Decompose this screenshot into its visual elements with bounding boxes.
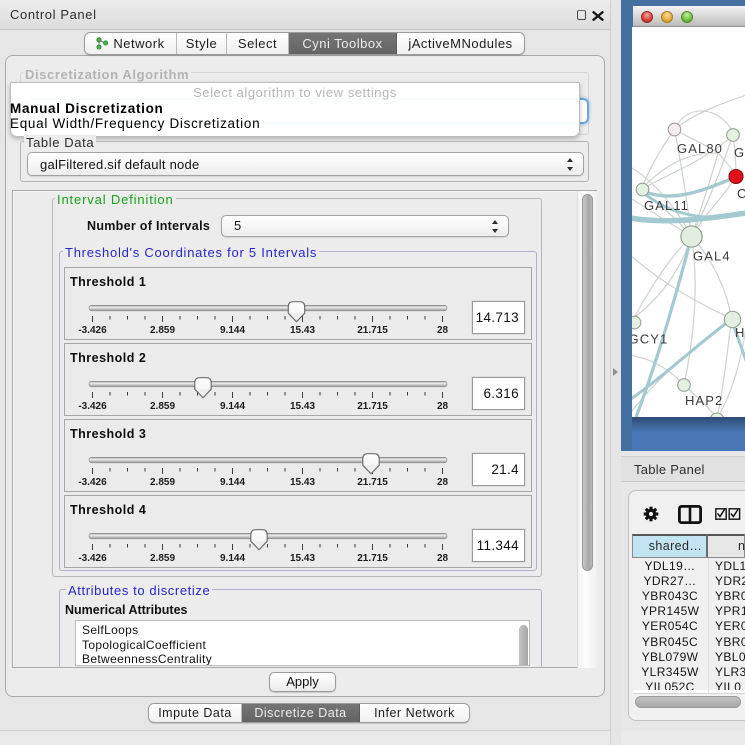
svg-text:GAL: GAL bbox=[734, 145, 745, 160]
svg-text:GAL11: GAL11 bbox=[644, 198, 689, 213]
svg-text:HAP2: HAP2 bbox=[685, 393, 723, 408]
svg-text:2.859: 2.859 bbox=[150, 477, 175, 488]
svg-text:9.144: 9.144 bbox=[220, 325, 245, 336]
svg-text:21.715: 21.715 bbox=[357, 477, 388, 488]
svg-text:28: 28 bbox=[437, 477, 449, 488]
svg-text:GAL80: GAL80 bbox=[677, 141, 723, 156]
svg-text:2.859: 2.859 bbox=[150, 553, 175, 564]
svg-text:21.715: 21.715 bbox=[357, 553, 388, 564]
svg-text:9.144: 9.144 bbox=[220, 401, 245, 412]
svg-text:28: 28 bbox=[437, 553, 449, 564]
svg-text:21.715: 21.715 bbox=[357, 325, 388, 336]
svg-text:2.859: 2.859 bbox=[150, 401, 175, 412]
svg-text:-3.426: -3.426 bbox=[78, 401, 107, 412]
svg-text:HIS: HIS bbox=[735, 325, 745, 340]
svg-text:15.43: 15.43 bbox=[290, 325, 315, 336]
svg-text:-3.426: -3.426 bbox=[78, 325, 107, 336]
svg-text:15.43: 15.43 bbox=[290, 553, 315, 564]
svg-text:9.144: 9.144 bbox=[220, 553, 245, 564]
svg-text:-3.426: -3.426 bbox=[78, 553, 107, 564]
svg-text:GCY1: GCY1 bbox=[632, 332, 668, 347]
svg-text:28: 28 bbox=[437, 325, 449, 336]
svg-text:2.859: 2.859 bbox=[150, 325, 175, 336]
svg-text:15.43: 15.43 bbox=[290, 401, 315, 412]
svg-text:GAL4: GAL4 bbox=[693, 249, 731, 264]
svg-text:-3.426: -3.426 bbox=[78, 477, 107, 488]
svg-text:15.43: 15.43 bbox=[290, 477, 315, 488]
svg-text:21.715: 21.715 bbox=[357, 401, 388, 412]
svg-text:9.144: 9.144 bbox=[220, 477, 245, 488]
svg-text:28: 28 bbox=[437, 401, 449, 412]
svg-text:CRP: CRP bbox=[737, 186, 745, 201]
